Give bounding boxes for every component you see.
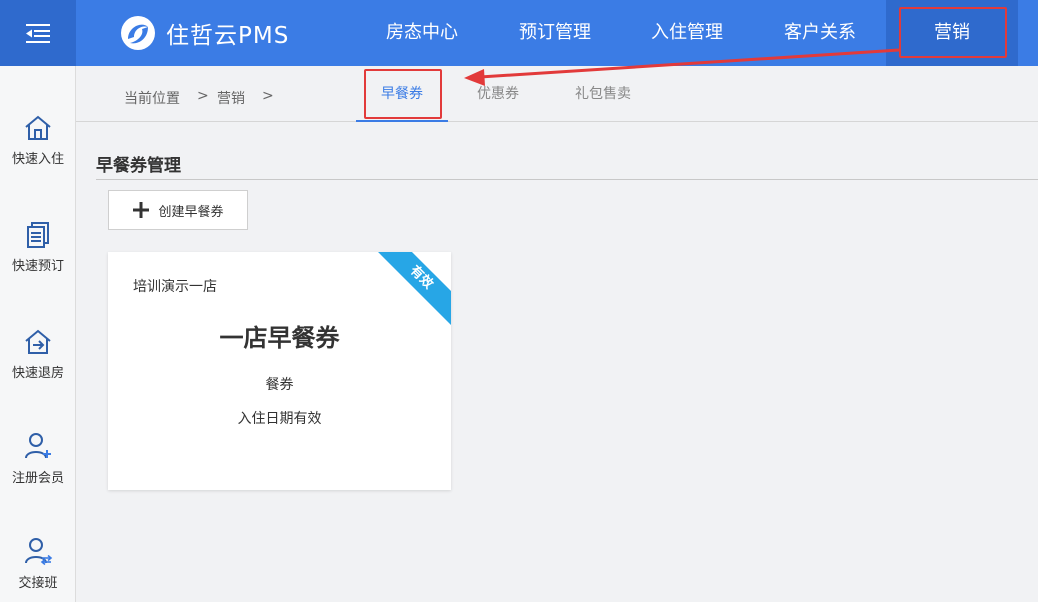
plus-icon: [133, 202, 150, 218]
home-icon: [25, 115, 51, 140]
breadcrumb-separator: >: [197, 88, 209, 104]
breadcrumb-current[interactable]: 营销: [217, 88, 245, 108]
nav-crm[interactable]: 客户关系: [770, 0, 870, 66]
breadcrumb-prefix: 当前位置: [124, 91, 180, 107]
sidebar-item-quick-booking[interactable]: 快速预订: [0, 221, 76, 301]
card-validity: 入住日期有效: [237, 411, 322, 427]
sub-header: 当前位置 > 营销 > 早餐券 优惠券 礼包售卖: [76, 66, 1038, 122]
top-bar: 住哲云PMS 房态中心 预订管理 入住管理 客户关系 营销: [0, 0, 1038, 66]
menu-toggle-button[interactable]: [0, 0, 76, 66]
voucher-card[interactable]: 培训演示一店 一店早餐券 餐券 入住日期有效 有效: [108, 252, 451, 490]
breadcrumb-trail: >: [262, 88, 274, 104]
section-divider: [96, 179, 1038, 180]
add-user-icon: [25, 433, 51, 459]
shift-user-icon: [25, 538, 53, 566]
checkout-icon: [25, 329, 51, 354]
sidebar: 快速入住 快速预订 快速退房 注册会员 交接班: [0, 66, 76, 602]
card-voucher-name: 一店早餐券: [219, 324, 340, 352]
sidebar-item-label: 交接班: [18, 576, 58, 591]
create-breakfast-voucher-button[interactable]: 创建早餐券: [108, 190, 248, 230]
sidebar-item-label: 快速预订: [11, 259, 64, 274]
card-voucher-type: 餐券: [265, 377, 294, 393]
nav-marketing[interactable]: 营销: [886, 0, 1018, 66]
sidebar-item-label: 快速入住: [11, 152, 64, 167]
app-logo: 住哲云PMS: [120, 14, 289, 52]
sidebar-item-label: 快速退房: [11, 366, 64, 381]
tab-breakfast-voucher[interactable]: 早餐券: [356, 66, 448, 122]
app-title: 住哲云PMS: [166, 23, 290, 49]
nav-checkin[interactable]: 入住管理: [637, 0, 737, 66]
sidebar-item-quick-checkin[interactable]: 快速入住: [0, 114, 76, 194]
sidebar-item-quick-checkout[interactable]: 快速退房: [0, 328, 76, 408]
nav-reservation[interactable]: 预订管理: [505, 0, 605, 66]
sidebar-item-register-member[interactable]: 注册会员: [0, 431, 76, 511]
sidebar-item-shift-handover[interactable]: 交接班: [0, 536, 76, 602]
sidebar-item-label: 注册会员: [11, 471, 64, 486]
tab-gift-package[interactable]: 礼包售卖: [560, 66, 646, 122]
section-title: 早餐券管理: [96, 156, 181, 176]
nav-room-status[interactable]: 房态中心: [372, 0, 472, 66]
card-hotel-name: 培训演示一店: [133, 279, 217, 295]
create-button-label: 创建早餐券: [158, 204, 224, 220]
document-icon: [27, 222, 49, 248]
menu-collapse-icon: [26, 24, 50, 43]
tab-coupon[interactable]: 优惠券: [460, 66, 536, 122]
logo-icon: [121, 16, 155, 50]
